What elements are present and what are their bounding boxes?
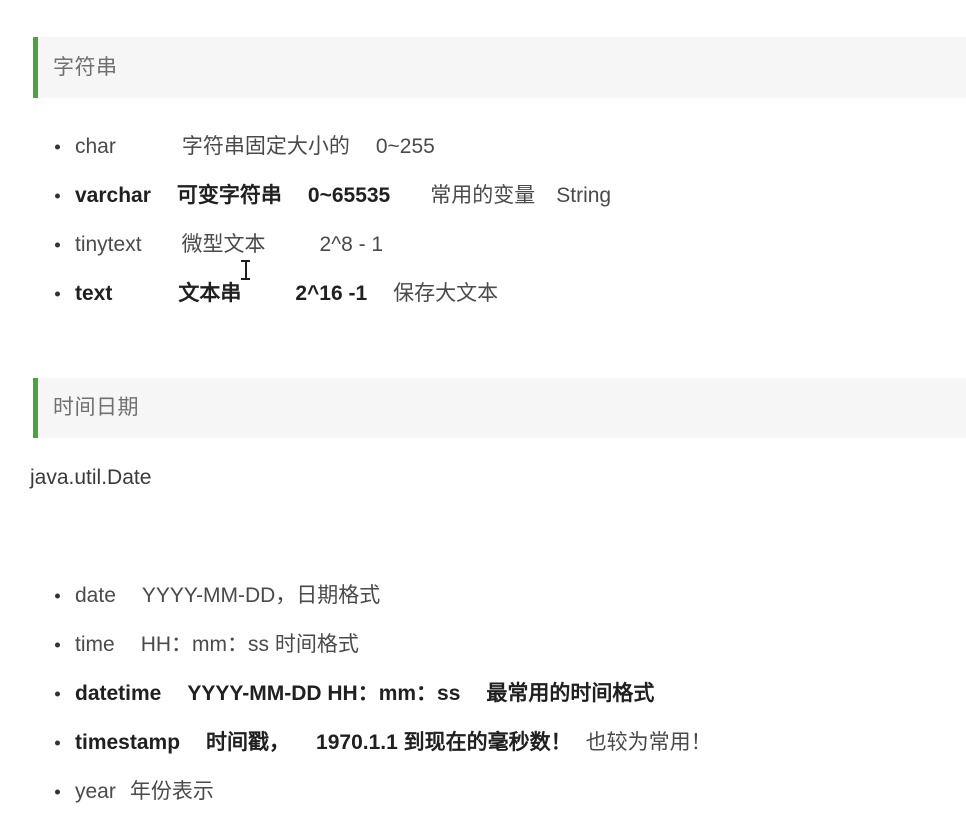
type-name: varchar bbox=[75, 184, 151, 207]
list-item: tinytext 微型文本 2^8 - 1 bbox=[0, 220, 611, 269]
type-desc: YYYY-MM-DD，日期格式 bbox=[141, 584, 381, 607]
section-header-datetime: 时间日期 bbox=[33, 378, 966, 438]
type-range: 2^8 - 1 bbox=[319, 233, 384, 256]
section-title-strings: 字符串 bbox=[53, 55, 118, 79]
type-desc: 可变字符串 bbox=[176, 184, 282, 207]
type-note: 保存大文本 bbox=[393, 282, 499, 305]
type-note: 常用的变量 String bbox=[430, 184, 612, 207]
type-note: 也较为常用！ bbox=[585, 731, 712, 754]
type-name: year bbox=[75, 780, 116, 803]
section-header-strings: 字符串 bbox=[33, 37, 966, 98]
datetime-types-list: date YYYY-MM-DD，日期格式 time HH：mm：ss 时间格式 … bbox=[0, 571, 712, 816]
type-name: timestamp bbox=[75, 731, 181, 754]
type-name: char bbox=[75, 135, 116, 158]
type-desc: 年份表示 bbox=[129, 780, 214, 803]
type-name: time bbox=[75, 633, 115, 656]
type-name: date bbox=[75, 584, 116, 607]
type-range: 2^16 -1 bbox=[295, 282, 368, 305]
type-name: tinytext bbox=[75, 233, 142, 256]
section-title-datetime: 时间日期 bbox=[53, 396, 139, 420]
type-range: 0~65535 bbox=[307, 184, 391, 207]
type-note: 最常用的时间格式 bbox=[486, 682, 655, 705]
type-desc: 文本串 bbox=[178, 282, 242, 305]
list-item: datetime YYYY-MM-DD HH：mm：ss 最常用的时间格式 bbox=[0, 669, 712, 718]
list-item: date YYYY-MM-DD，日期格式 bbox=[0, 571, 712, 620]
list-item: text 文本串 2^16 -1 保存大文本 bbox=[0, 269, 611, 318]
type-desc: 时间戳， bbox=[206, 731, 291, 754]
type-name: text bbox=[75, 282, 113, 305]
type-desc: 微型文本 bbox=[181, 233, 266, 256]
type-range: 0~255 bbox=[375, 135, 435, 158]
java-util-date-paragraph: java.util.Date bbox=[30, 466, 152, 489]
type-desc: YYYY-MM-DD HH：mm：ss bbox=[187, 682, 461, 705]
string-types-list: char 字符串固定大小的 0~255 varchar 可变字符串 0~6553… bbox=[0, 122, 611, 318]
document-page: 字符串 char 字符串固定大小的 0~255 varchar 可变字符串 0~… bbox=[0, 0, 966, 829]
type-name: datetime bbox=[75, 682, 162, 705]
type-desc: HH：mm：ss 时间格式 bbox=[140, 633, 359, 656]
list-item: year 年份表示 bbox=[0, 767, 712, 816]
list-item: varchar 可变字符串 0~65535 常用的变量 String bbox=[0, 171, 611, 220]
list-item: time HH：mm：ss 时间格式 bbox=[0, 620, 712, 669]
list-item: char 字符串固定大小的 0~255 bbox=[0, 122, 611, 171]
type-desc: 字符串固定大小的 bbox=[181, 135, 350, 158]
type-range: 1970.1.1 到现在的毫秒数！ bbox=[316, 731, 572, 754]
list-item: timestamp 时间戳， 1970.1.1 到现在的毫秒数！ 也较为常用！ bbox=[0, 718, 712, 767]
